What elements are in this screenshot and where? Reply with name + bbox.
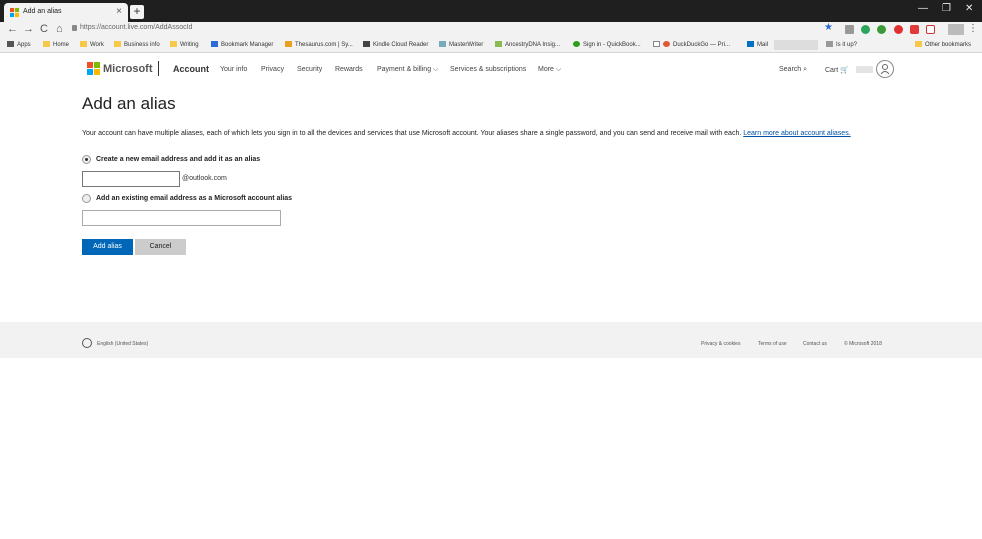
microsoft-logo-icon[interactable] xyxy=(87,62,100,75)
duckduckgo-icon xyxy=(663,41,670,47)
footer-privacy-link[interactable]: Privacy & cookies xyxy=(701,341,740,347)
outlook-icon xyxy=(747,41,754,47)
bookmark-kindle[interactable]: Kindle Cloud Reader xyxy=(363,41,428,48)
folder-icon xyxy=(43,41,50,47)
bookmark-work[interactable]: Work xyxy=(80,41,104,48)
lock-icon xyxy=(72,25,77,31)
redacted-username xyxy=(856,66,873,73)
nav-payment-billing[interactable]: Payment & billing ⌵ xyxy=(377,66,438,74)
tab-title: Add an alias xyxy=(23,8,62,15)
url-field[interactable]: https://account.live.com/AddAssocId xyxy=(80,24,192,31)
search-button[interactable]: Search ⌕ xyxy=(779,66,807,74)
bookmark-business-info[interactable]: Business info xyxy=(114,41,160,48)
account-home-link[interactable]: Account xyxy=(173,64,209,74)
radio-create-new[interactable] xyxy=(82,155,91,164)
nav-your-info[interactable]: Your info xyxy=(220,66,247,73)
language-selector[interactable]: English (United States) xyxy=(97,341,148,347)
nav-security[interactable]: Security xyxy=(297,66,322,73)
home-button[interactable]: ⌂ xyxy=(56,23,63,35)
profile-icon[interactable] xyxy=(948,24,964,35)
avatar[interactable] xyxy=(876,60,894,78)
user-icon xyxy=(880,64,890,75)
bookmark-thesaurus[interactable]: Thesaurus.com | Sy... xyxy=(285,41,353,48)
header-divider xyxy=(158,61,159,76)
evernote-extension-icon[interactable] xyxy=(877,25,886,34)
browser-tab[interactable]: Add an alias × xyxy=(4,3,128,22)
thesaurus-icon xyxy=(285,41,292,47)
cancel-button[interactable]: Cancel xyxy=(135,239,186,255)
nav-privacy[interactable]: Privacy xyxy=(261,66,284,73)
radio-existing-label[interactable]: Add an existing email address as a Micro… xyxy=(96,195,292,202)
address-bar-row: ← → C ⌂ https://account.live.com/AddAsso… xyxy=(0,22,982,38)
star-icon xyxy=(211,41,218,47)
shield-extension-icon[interactable] xyxy=(926,25,935,34)
bookmark-apps[interactable]: Apps xyxy=(7,41,31,48)
radio-existing[interactable] xyxy=(82,194,91,203)
menu-kebab-icon[interactable]: ⋮ xyxy=(968,23,978,34)
nav-rewards[interactable]: Rewards xyxy=(335,66,363,73)
bookmark-star-icon[interactable]: ★ xyxy=(824,22,833,33)
bookmark-quickbooks[interactable]: Sign in - QuickBook... xyxy=(573,41,641,48)
page-icon xyxy=(653,41,660,47)
footer-copyright: © Microsoft 2018 xyxy=(844,341,882,347)
footer-contact-link[interactable]: Contact us xyxy=(803,341,827,347)
folder-icon xyxy=(170,41,177,47)
minimize-button[interactable]: — xyxy=(918,3,928,14)
apps-grid-icon xyxy=(7,41,14,47)
page-title: Add an alias xyxy=(82,94,176,113)
learn-more-link[interactable]: Learn more about account aliases. xyxy=(743,130,850,137)
footer-terms-link[interactable]: Terms of use xyxy=(758,341,787,347)
forward-button[interactable]: → xyxy=(23,23,34,35)
globe-icon[interactable] xyxy=(82,338,92,348)
bookmark-bookmark-manager[interactable]: Bookmark Manager xyxy=(211,41,273,48)
cart-button[interactable]: Cart 🛒 xyxy=(825,66,849,74)
close-window-button[interactable]: ✕ xyxy=(965,3,973,14)
redacted-bookmark xyxy=(774,40,818,50)
new-alias-input[interactable] xyxy=(82,171,180,187)
new-tab-button[interactable]: + xyxy=(130,5,144,19)
restore-button[interactable]: ❐ xyxy=(942,3,951,14)
extension-icon[interactable] xyxy=(845,25,854,34)
masterwriter-icon xyxy=(439,41,446,47)
bookmark-masterwriter[interactable]: MasterWriter xyxy=(439,41,483,48)
bookmarks-bar: Apps Home Work Business info Writing Boo… xyxy=(0,38,982,53)
wrench-icon xyxy=(826,41,833,47)
bookmark-other[interactable]: Other bookmarks xyxy=(915,41,971,48)
folder-icon xyxy=(915,41,922,47)
grammarly-extension-icon[interactable] xyxy=(861,25,870,34)
brand-name[interactable]: Microsoft xyxy=(103,63,153,75)
bookmark-home[interactable]: Home xyxy=(43,41,69,48)
quickbooks-icon xyxy=(573,41,580,47)
opera-extension-icon[interactable] xyxy=(894,25,903,34)
nav-more[interactable]: More ⌵ xyxy=(538,66,561,74)
kindle-icon xyxy=(363,41,370,47)
tab-close-icon[interactable]: × xyxy=(116,6,122,17)
back-button[interactable]: ← xyxy=(7,23,18,35)
bookmark-writing[interactable]: Writing xyxy=(170,41,199,48)
browser-title-bar: Add an alias × + — ❐ ✕ xyxy=(0,0,982,22)
domain-suffix: @outlook.com xyxy=(182,175,227,182)
microsoft-favicon-icon xyxy=(10,8,19,17)
bookmark-is-it-up[interactable]: Is it up? xyxy=(826,41,857,48)
nav-services-subscriptions[interactable]: Services & subscriptions xyxy=(450,66,526,73)
bookmark-ancestry[interactable]: AncestryDNA Insig... xyxy=(495,41,560,48)
footer: English (United States) Privacy & cookie… xyxy=(0,322,982,358)
existing-email-input[interactable] xyxy=(82,210,281,226)
pocket-extension-icon[interactable] xyxy=(910,25,919,34)
description-text: Your account can have multiple aliases, … xyxy=(82,130,851,137)
folder-icon xyxy=(114,41,121,47)
radio-create-new-label[interactable]: Create a new email address and add it as… xyxy=(96,156,260,163)
folder-icon xyxy=(80,41,87,47)
bookmark-mail[interactable]: Mail xyxy=(747,41,768,48)
add-alias-button[interactable]: Add alias xyxy=(82,239,133,255)
ancestry-icon xyxy=(495,41,502,47)
bookmark-duckduckgo[interactable]: DuckDuckGo — Pri... xyxy=(653,41,730,48)
reload-button[interactable]: C xyxy=(40,23,48,35)
